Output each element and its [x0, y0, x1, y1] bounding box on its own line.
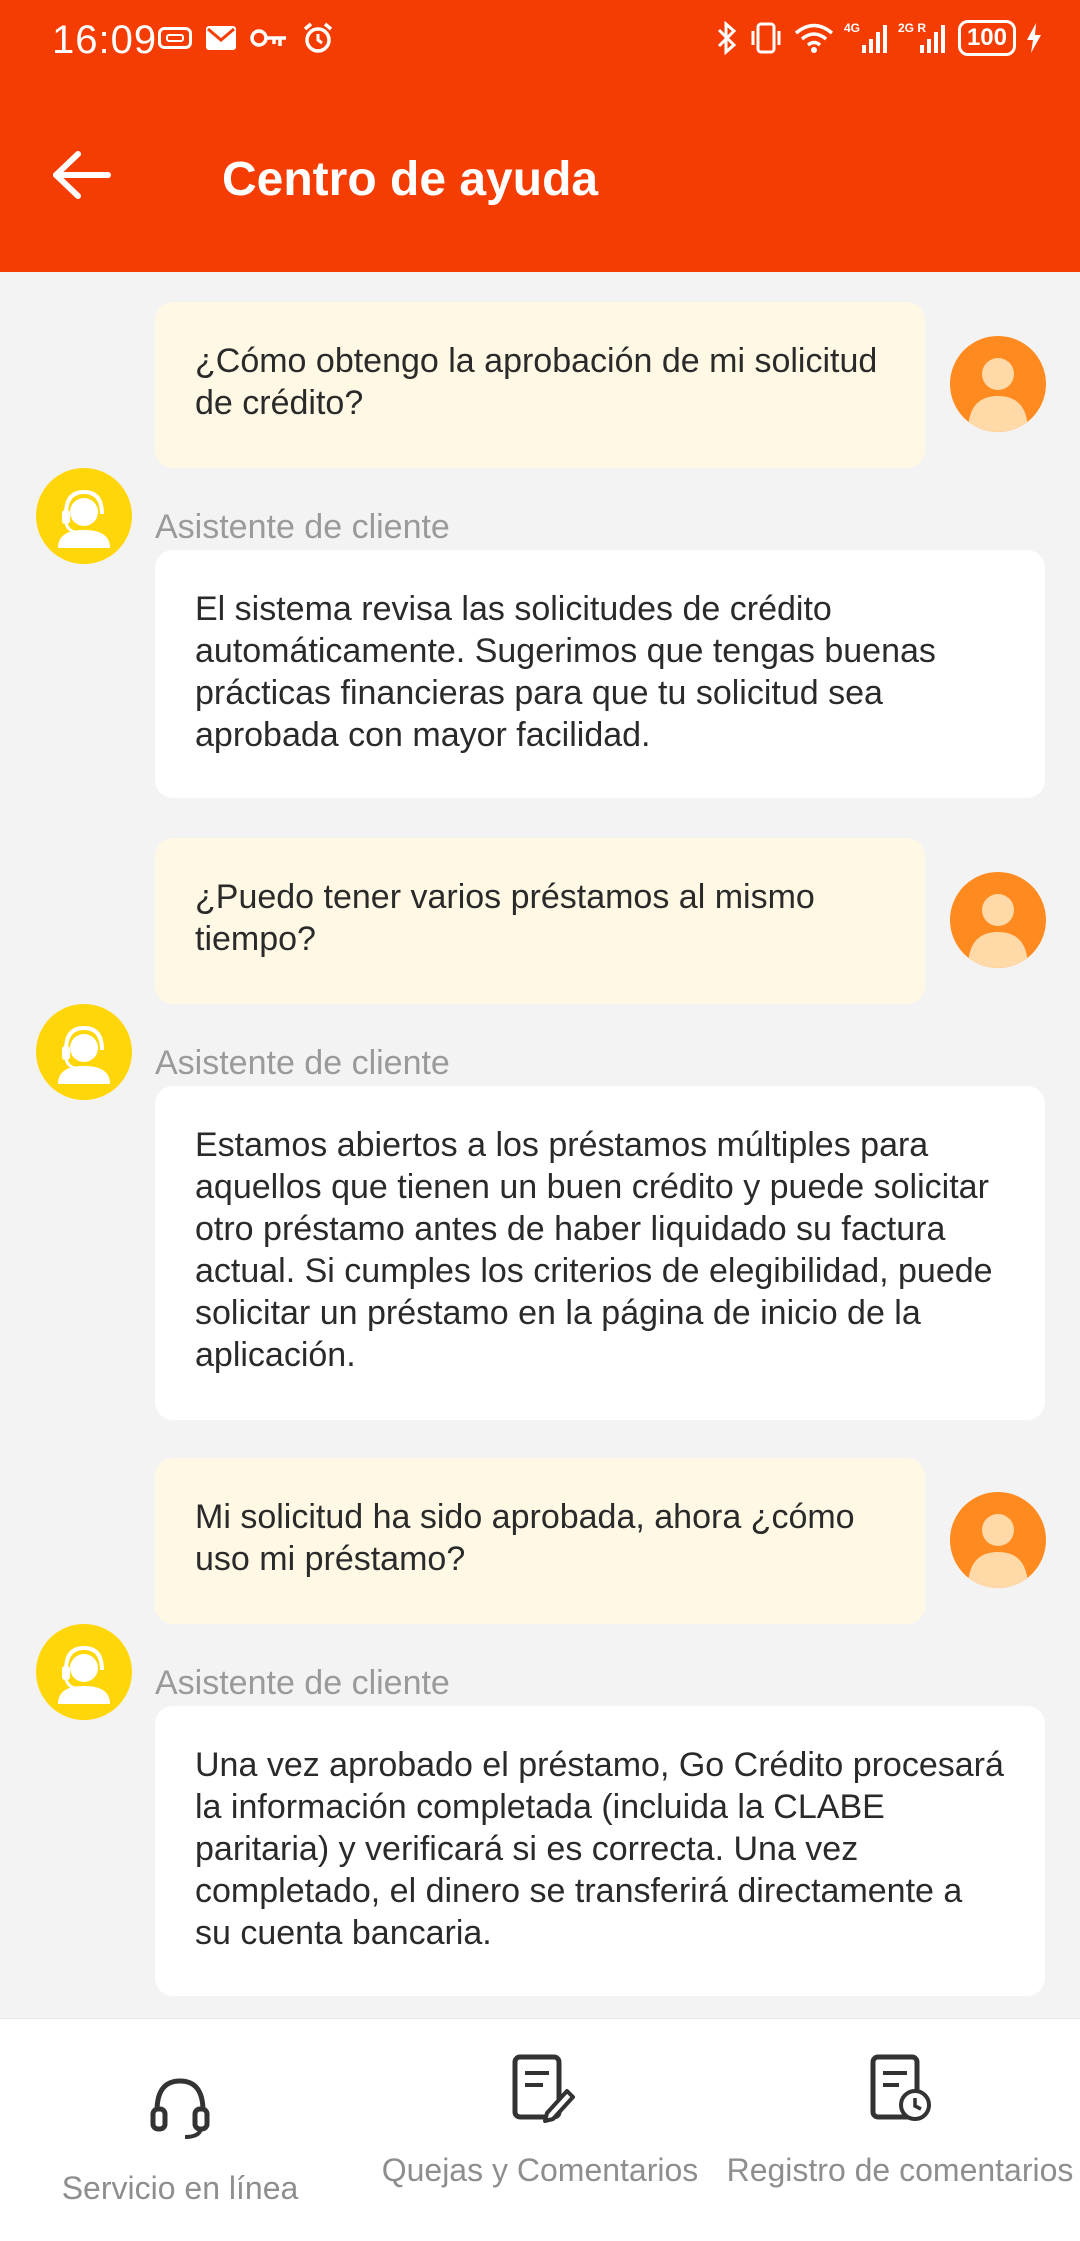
feedback-edit-icon — [512, 2054, 575, 2123]
headset-icon — [150, 2078, 210, 2139]
page-title: Centro de ayuda — [222, 153, 599, 206]
answer-bubble: El sistema revisa las solicitudes de cré… — [155, 550, 1045, 798]
alarm-icon — [302, 22, 334, 54]
nav-online-service[interactable]: Servicio en línea — [0, 2019, 360, 2241]
agent-avatar — [36, 1624, 132, 1720]
agent-name: Asistente de cliente — [155, 508, 450, 546]
agent-avatar — [36, 1004, 132, 1100]
user-avatar — [950, 872, 1046, 968]
user-avatar-icon — [968, 894, 1028, 968]
user-avatar — [950, 1492, 1046, 1588]
answer-text: El sistema revisa las solicitudes de cré… — [195, 590, 936, 754]
back-button[interactable] — [52, 150, 112, 200]
battery-icon: 100 — [957, 20, 1016, 56]
question-text: Mi solicitud ha sido aprobada, ahora ¿có… — [195, 1498, 855, 1578]
question-bubble: ¿Cómo obtengo la aprobación de mi solici… — [155, 302, 925, 468]
user-avatar-icon — [968, 1514, 1028, 1588]
nav-label: Quejas y Comentarios — [381, 2152, 699, 2188]
status-time: 16:09 — [52, 18, 158, 62]
question-bubble: ¿Puedo tener varios préstamos al mismo t… — [155, 838, 925, 1004]
charging-icon — [1026, 23, 1042, 53]
agent-name: Asistente de cliente — [155, 1044, 450, 1082]
feedback-history-icon — [870, 2054, 931, 2121]
user-avatar — [950, 336, 1046, 432]
key-icon — [250, 27, 288, 49]
signal-2g-icon: 2G R — [898, 21, 948, 55]
support-agent-icon — [58, 489, 110, 548]
nav-label: Registro de comentarios — [726, 2152, 1074, 2188]
signal-4g-icon: 4G — [844, 21, 888, 55]
answer-text: Estamos abiertos a los préstamos múltipl… — [195, 1126, 993, 1374]
wifi-icon — [794, 22, 834, 54]
question-text: ¿Puedo tener varios préstamos al mismo t… — [195, 878, 815, 958]
back-arrow-icon — [53, 151, 111, 199]
nav-complaints[interactable]: Quejas y Comentarios — [360, 2019, 720, 2241]
question-bubble: Mi solicitud ha sido aprobada, ahora ¿có… — [155, 1458, 925, 1624]
user-avatar-icon — [968, 358, 1028, 432]
answer-bubble: Una vez aprobado el préstamo, Go Crédito… — [155, 1706, 1045, 1996]
svg-text:4G: 4G — [844, 21, 860, 35]
mail-icon — [206, 26, 236, 50]
nav-label: Servicio en línea — [61, 2170, 299, 2206]
sim-icon — [158, 27, 192, 49]
app-header: 16:09 4G 2G R 100 Centro de ayuda — [0, 0, 1080, 272]
vibrate-icon — [748, 22, 784, 54]
agent-avatar — [36, 468, 132, 564]
answer-text: Una vez aprobado el préstamo, Go Crédito… — [195, 1746, 1004, 1952]
question-text: ¿Cómo obtengo la aprobación de mi solici… — [195, 342, 878, 422]
agent-name: Asistente de cliente — [155, 1664, 450, 1702]
bluetooth-icon — [716, 21, 738, 55]
answer-bubble: Estamos abiertos a los préstamos múltipl… — [155, 1086, 1045, 1420]
support-agent-icon — [58, 1645, 110, 1704]
bottom-nav: Servicio en línea Quejas y Comentarios R… — [0, 2018, 1080, 2241]
svg-text:2G R: 2G R — [898, 21, 926, 35]
nav-feedback-history[interactable]: Registro de comentarios — [720, 2019, 1080, 2241]
support-agent-icon — [58, 1025, 110, 1084]
status-bar: 16:09 4G 2G R 100 — [0, 0, 1080, 80]
